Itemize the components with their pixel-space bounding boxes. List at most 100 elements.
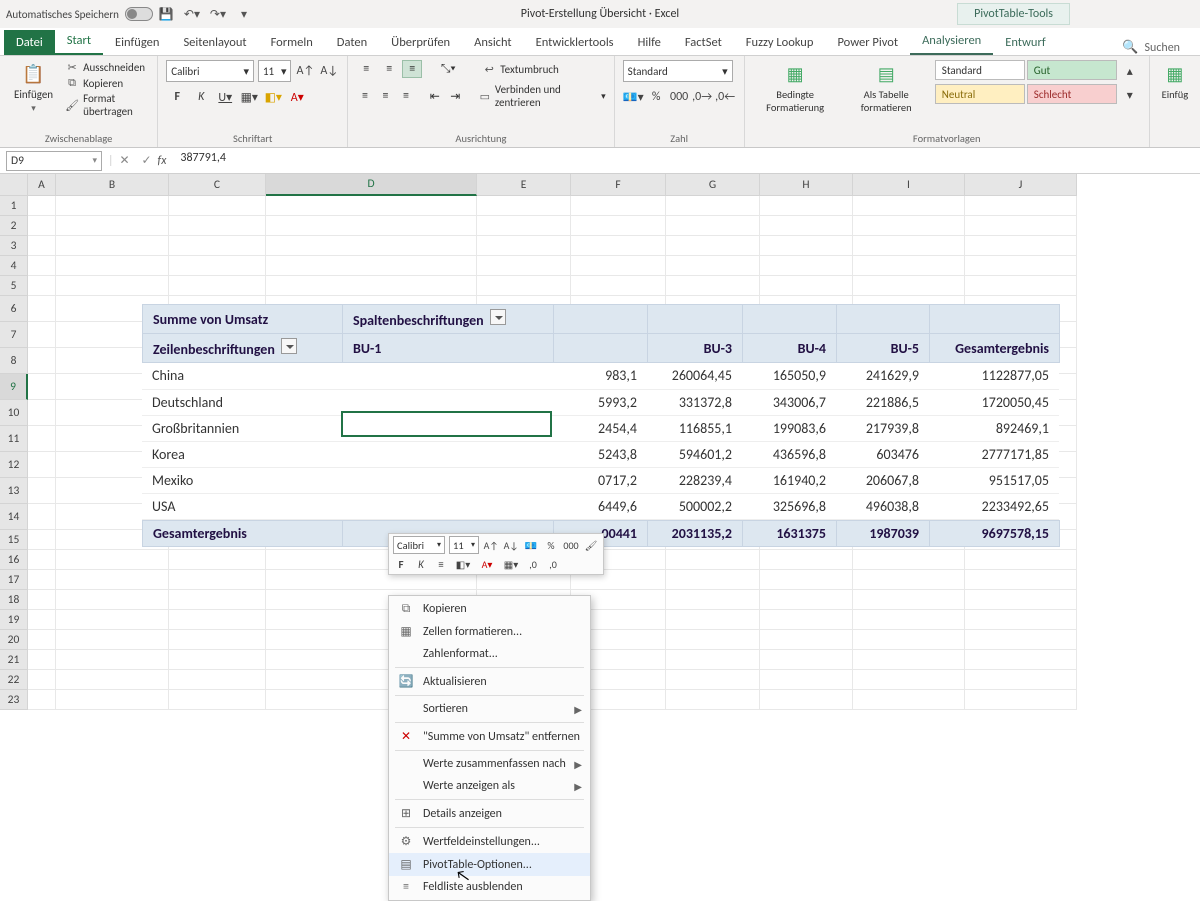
cell[interactable] bbox=[28, 322, 56, 348]
cell[interactable] bbox=[666, 196, 760, 216]
pivot-cell[interactable]: 217939,8 bbox=[836, 415, 929, 441]
row-header[interactable]: 8 bbox=[0, 348, 28, 374]
pivot-cell[interactable]: 228239,4 bbox=[647, 467, 742, 493]
dec-decimal-icon[interactable]: ,0← bbox=[715, 86, 736, 108]
cell[interactable] bbox=[853, 650, 965, 670]
cell[interactable] bbox=[56, 630, 169, 650]
pivot-cell[interactable] bbox=[342, 441, 553, 467]
cell[interactable] bbox=[28, 650, 56, 670]
style-standard[interactable]: Standard bbox=[935, 60, 1025, 80]
cell[interactable] bbox=[169, 196, 266, 216]
autosave-toggle[interactable]: Automatisches Speichern bbox=[6, 7, 153, 21]
mini-decdec-icon[interactable]: ,0 bbox=[545, 556, 561, 572]
mini-bold-icon[interactable]: F bbox=[393, 556, 409, 572]
cell[interactable] bbox=[760, 276, 853, 296]
cell[interactable] bbox=[666, 256, 760, 276]
ctx-sort[interactable]: Sortieren▶ bbox=[389, 698, 590, 720]
cell[interactable] bbox=[477, 256, 571, 276]
cell[interactable] bbox=[56, 236, 169, 256]
indent-dec-icon[interactable]: ⇤ bbox=[426, 87, 444, 105]
tab-review[interactable]: Überprüfen bbox=[379, 30, 462, 55]
cell[interactable] bbox=[169, 670, 266, 690]
row-header[interactable]: 23 bbox=[0, 690, 28, 710]
format-as-table-button[interactable]: ▤Als Tabelle formatieren bbox=[844, 60, 929, 116]
align-middle-icon[interactable]: ≡ bbox=[379, 60, 399, 78]
tab-start[interactable]: Start bbox=[55, 28, 103, 55]
cell[interactable] bbox=[853, 196, 965, 216]
pivot-cell[interactable]: 603476 bbox=[836, 441, 929, 467]
cell[interactable] bbox=[56, 570, 169, 590]
mini-percent-icon[interactable]: % bbox=[543, 537, 559, 553]
pivot-cell[interactable]: 500002,2 bbox=[647, 493, 742, 519]
ctx-show-details[interactable]: ⊞Details anzeigen bbox=[389, 802, 590, 825]
row-header[interactable]: 12 bbox=[0, 452, 28, 478]
font-size-select[interactable]: 11▾ bbox=[258, 60, 292, 82]
ctx-valuefield-settings[interactable]: ⚙Wertfeldeinstellungen... bbox=[389, 830, 590, 853]
pivot-cell[interactable]: 594601,2 bbox=[647, 441, 742, 467]
row-header[interactable]: 10 bbox=[0, 400, 28, 426]
formula-input[interactable]: 387791,4 bbox=[174, 151, 1200, 171]
cell[interactable] bbox=[666, 690, 760, 710]
mini-toolbar[interactable]: Calibri▾ 11▾ A↑ A↓ 💶 % 000 🖌 F K ≡ ◧▾ A▾… bbox=[388, 533, 604, 575]
wrap-text-button[interactable]: ↩Textumbruch bbox=[482, 62, 559, 77]
ctx-numberformat[interactable]: Zahlenformat... bbox=[389, 643, 590, 665]
pivot-row-label[interactable]: China bbox=[142, 363, 342, 389]
cell[interactable] bbox=[666, 276, 760, 296]
ctx-refresh[interactable]: 🔄Aktualisieren bbox=[389, 670, 590, 693]
pivot-row-label[interactable]: Korea bbox=[142, 441, 342, 467]
pivot-cell[interactable] bbox=[342, 467, 553, 493]
style-more-icon[interactable]: ▾ bbox=[1119, 84, 1141, 106]
pivot-row-label[interactable]: USA bbox=[142, 493, 342, 519]
formatpainter-button[interactable]: 🖌Format übertragen bbox=[65, 91, 149, 119]
cell[interactable] bbox=[666, 610, 760, 630]
column-header[interactable]: B bbox=[56, 174, 169, 196]
cell[interactable] bbox=[28, 426, 56, 452]
insert-cells-button[interactable]: ▦Einfüg bbox=[1158, 60, 1192, 103]
number-format-select[interactable]: Standard▾ bbox=[623, 60, 733, 82]
cell[interactable] bbox=[56, 690, 169, 710]
fx-icon[interactable]: fx bbox=[158, 154, 167, 168]
cell[interactable] bbox=[965, 650, 1077, 670]
cell[interactable] bbox=[169, 630, 266, 650]
cancel-edit-icon[interactable]: ✕ bbox=[114, 150, 136, 172]
orientation-icon[interactable]: ⤡▾ bbox=[438, 60, 458, 78]
mini-formatpaint-icon[interactable]: 🖌 bbox=[583, 537, 599, 553]
cell[interactable] bbox=[666, 216, 760, 236]
cell[interactable] bbox=[56, 670, 169, 690]
mini-font-select[interactable]: Calibri▾ bbox=[393, 536, 445, 554]
spreadsheet-grid[interactable]: ABCDEFGHIJ 12345678910111213141516171819… bbox=[0, 174, 1200, 710]
cell[interactable] bbox=[169, 236, 266, 256]
pivot-cell[interactable]: 1122877,05 bbox=[929, 363, 1059, 389]
row-header[interactable]: 11 bbox=[0, 426, 28, 452]
row-header[interactable]: 21 bbox=[0, 650, 28, 670]
pivot-row-label[interactable]: Großbritannien bbox=[142, 415, 342, 441]
cell[interactable] bbox=[760, 236, 853, 256]
mini-border-icon[interactable]: ▦▾ bbox=[501, 556, 521, 572]
pivot-table[interactable]: Summe von Umsatz Spaltenbeschriftungen Z… bbox=[142, 304, 1060, 547]
pivot-cell[interactable]: 2454,4 bbox=[553, 415, 647, 441]
mini-size-select[interactable]: 11▾ bbox=[449, 536, 479, 554]
pivot-cell[interactable]: 260064,45 bbox=[647, 363, 742, 389]
cell[interactable] bbox=[666, 570, 760, 590]
cell[interactable] bbox=[666, 650, 760, 670]
cell[interactable] bbox=[760, 216, 853, 236]
cell[interactable] bbox=[853, 610, 965, 630]
tab-insert[interactable]: Einfügen bbox=[103, 30, 171, 55]
cell[interactable] bbox=[965, 216, 1077, 236]
column-header[interactable]: E bbox=[477, 174, 571, 196]
shrink-font-icon[interactable]: A↓ bbox=[319, 60, 339, 82]
redo-icon[interactable]: ↷▾ bbox=[205, 3, 231, 25]
cell[interactable] bbox=[853, 276, 965, 296]
currency-icon[interactable]: 💶▾ bbox=[623, 86, 644, 108]
mini-currency-icon[interactable]: 💶 bbox=[523, 537, 539, 553]
cell[interactable] bbox=[853, 236, 965, 256]
align-center-icon[interactable]: ≡ bbox=[377, 87, 395, 105]
tab-powerpivot[interactable]: Power Pivot bbox=[825, 30, 910, 55]
row-header[interactable]: 17 bbox=[0, 570, 28, 590]
cell[interactable] bbox=[666, 590, 760, 610]
bold-button[interactable]: F bbox=[166, 86, 188, 108]
pivot-cell[interactable]: 0717,2 bbox=[553, 467, 647, 493]
pivot-cell[interactable]: 116855,1 bbox=[647, 415, 742, 441]
cell[interactable] bbox=[266, 216, 477, 236]
cell[interactable] bbox=[28, 610, 56, 630]
